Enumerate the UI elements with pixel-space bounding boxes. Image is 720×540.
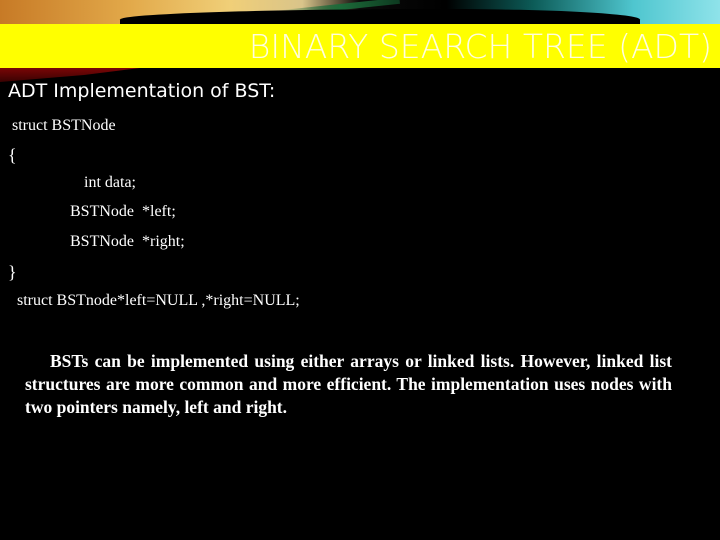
description-paragraph: BSTs can be implemented using either arr…: [25, 351, 672, 417]
code-line-pointer-init: struct BSTnode*left=NULL ,*right=NULL;: [17, 292, 300, 309]
code-line-right-pointer: BSTNode *right;: [70, 233, 185, 250]
code-line-int-data: int data;: [84, 174, 136, 191]
code-line-open-brace: {: [8, 145, 17, 165]
slide-subtitle: ADT Implementation of BST:: [8, 80, 276, 102]
slide-title: BINARY SEARCH TREE (ADT): [248, 27, 712, 66]
title-bar: BINARY SEARCH TREE (ADT): [0, 24, 720, 68]
code-line-struct-decl: struct BSTNode: [12, 117, 116, 134]
code-line-close-brace: }: [8, 262, 17, 282]
code-line-left-pointer: BSTNode *left;: [70, 203, 176, 220]
decorative-header-swoosh: [0, 0, 720, 26]
